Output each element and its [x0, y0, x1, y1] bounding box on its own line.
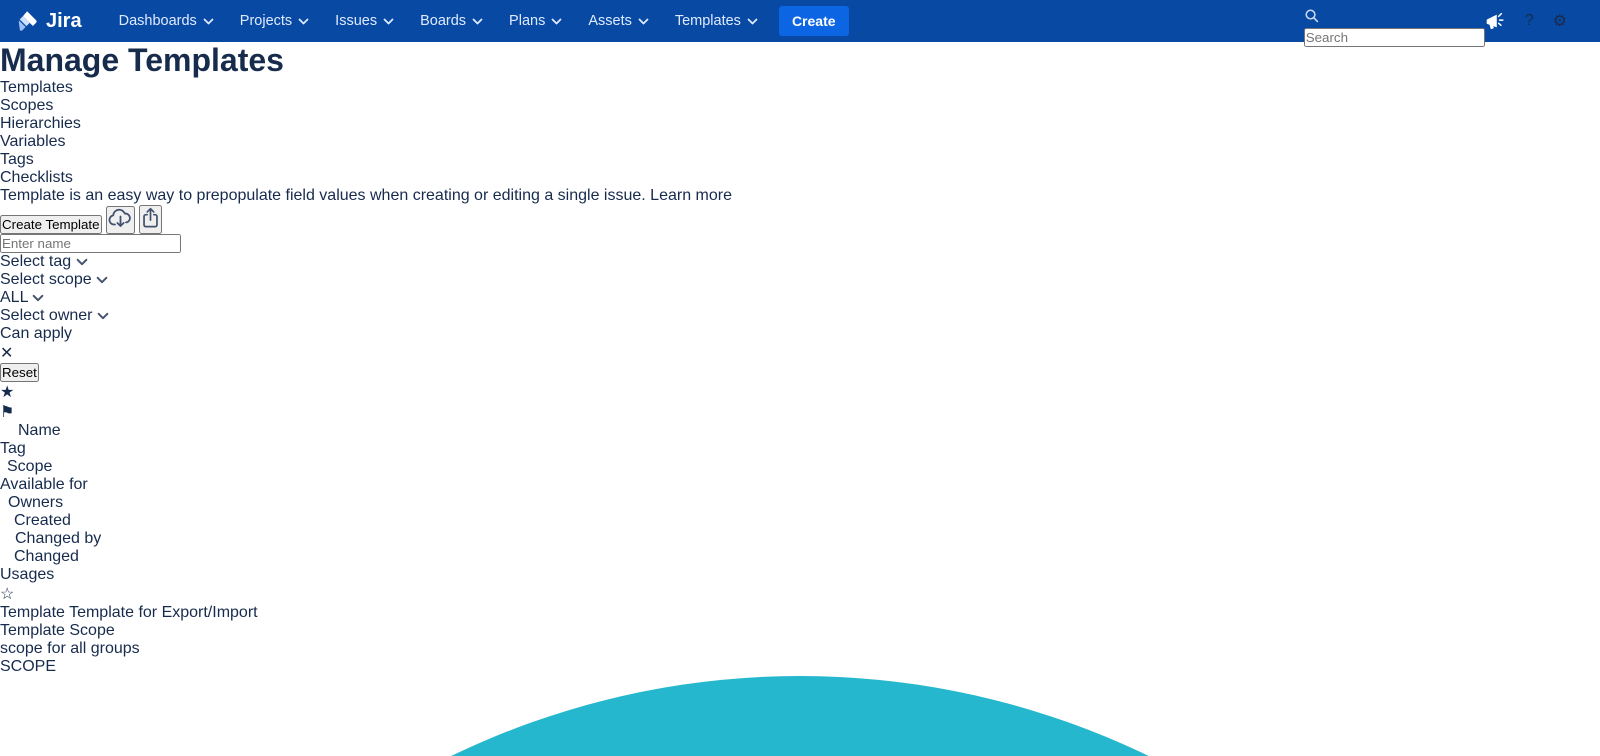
reset-button[interactable]: Reset — [0, 363, 39, 382]
tab-bar: Templates Scopes Hierarchies Variables T… — [0, 79, 1600, 187]
chevron-down-icon — [203, 18, 214, 25]
chevron-down-icon — [96, 276, 108, 284]
jira-logo-icon — [16, 10, 39, 33]
search-input[interactable] — [1304, 28, 1485, 47]
owner-avatar — [0, 676, 1600, 756]
header-tag: Tag — [0, 440, 1600, 458]
main-content: Manage Templates Templates Scopes Hierar… — [0, 42, 1600, 756]
global-search[interactable] — [1304, 8, 1464, 35]
chevron-down-icon — [383, 18, 394, 25]
available-for-filter-select[interactable]: ALL — [0, 289, 1600, 307]
scope-filter-select[interactable]: Select scope — [0, 271, 1600, 289]
announcements-icon[interactable] — [1483, 10, 1506, 32]
nav-item-boards[interactable]: Boards — [409, 7, 494, 35]
header-available-for[interactable]: Available for — [0, 476, 1600, 494]
nav-item-dashboards[interactable]: Dashboards — [108, 7, 225, 35]
name-filter-input[interactable] — [0, 234, 181, 253]
filter-bar: Select tag Select scope ALL Select owner… — [0, 234, 1600, 382]
template-description: Template for Export/Import — [69, 604, 258, 621]
description-row: Template is an easy way to prepopulate f… — [0, 187, 1600, 234]
chevron-down-icon — [76, 258, 88, 266]
scope-lozenge: SCOPE — [0, 658, 56, 675]
tab-hierarchies[interactable]: Hierarchies — [0, 115, 1600, 133]
learn-more-link[interactable]: Learn more — [650, 187, 732, 204]
chevron-down-icon — [472, 18, 483, 25]
chevron-down-icon — [32, 294, 44, 302]
star-icon[interactable]: ☆ — [0, 584, 1600, 604]
tab-variables[interactable]: Variables — [0, 133, 1600, 151]
page-description: Template is an easy way to prepopulate f… — [0, 187, 1600, 205]
tab-tags[interactable]: Tags — [0, 151, 1600, 169]
nav-item-templates[interactable]: Templates — [664, 7, 769, 35]
table-row: ☆ Template Template for Export/Import Te… — [0, 584, 1600, 756]
header-created[interactable]: Created — [0, 512, 1600, 530]
scope-value: scope for all groups — [0, 640, 1600, 658]
tag-filter-select[interactable]: Select tag — [0, 253, 1600, 271]
search-icon — [1304, 8, 1319, 23]
template-actions: Create Template — [0, 205, 1600, 234]
tag-chip: Scope — [69, 622, 114, 639]
table-header: ★ ⚑ Name Tag Scope Available for Owners … — [0, 382, 1600, 584]
can-apply-label: Can apply — [0, 325, 72, 342]
template-name-link[interactable]: Template — [0, 604, 65, 621]
top-nav: Jira Dashboards Projects Issues Boards P… — [0, 0, 1600, 42]
brand-name: Jira — [46, 10, 82, 33]
help-icon[interactable]: ? — [1525, 12, 1534, 30]
tag-chip: Template — [0, 622, 65, 639]
nav-utilities: ? ⚙ — [1304, 8, 1586, 35]
owner-filter-select[interactable]: Select owner — [0, 307, 1600, 325]
nav-item-issues[interactable]: Issues — [324, 7, 405, 35]
can-apply-toggle[interactable]: ✕ — [0, 343, 1600, 363]
chevron-down-icon — [97, 312, 109, 320]
create-template-button[interactable]: Create Template — [0, 215, 102, 234]
main-menu: Dashboards Projects Issues Boards Plans … — [108, 7, 769, 35]
star-column-header[interactable]: ★ — [0, 382, 1600, 402]
settings-gear-icon[interactable]: ⚙ — [1553, 11, 1567, 31]
tab-checklists[interactable]: Checklists — [0, 169, 1600, 187]
tab-templates[interactable]: Templates — [0, 79, 1600, 97]
jira-app: Jira Dashboards Projects Issues Boards P… — [0, 0, 1600, 756]
flag-column-header[interactable]: ⚑ — [0, 402, 1600, 422]
chevron-down-icon — [551, 18, 562, 25]
import-cloud-icon[interactable] — [106, 206, 135, 234]
chevron-down-icon — [298, 18, 309, 25]
create-button[interactable]: Create — [779, 6, 849, 36]
export-icon[interactable] — [139, 205, 162, 234]
chevron-down-icon — [747, 18, 758, 25]
header-owners[interactable]: Owners — [0, 494, 1600, 512]
tab-scopes[interactable]: Scopes — [0, 97, 1600, 115]
header-changed-by[interactable]: Changed by — [0, 530, 1600, 548]
nav-item-plans[interactable]: Plans — [498, 7, 573, 35]
chevron-down-icon — [638, 18, 649, 25]
nav-item-projects[interactable]: Projects — [229, 7, 320, 35]
jira-home-link[interactable]: Jira — [16, 10, 82, 33]
can-apply-control: Can apply ✕ — [0, 325, 1600, 363]
templates-table: ★ ⚑ Name Tag Scope Available for Owners … — [0, 382, 1600, 756]
page-title: Manage Templates — [0, 42, 1600, 79]
header-usages[interactable]: Usages — [0, 566, 1600, 584]
nav-item-assets[interactable]: Assets — [577, 7, 660, 35]
header-name[interactable]: Name — [0, 422, 1600, 440]
header-changed[interactable]: Changed — [0, 548, 1600, 566]
header-scope: Scope — [0, 458, 1600, 476]
